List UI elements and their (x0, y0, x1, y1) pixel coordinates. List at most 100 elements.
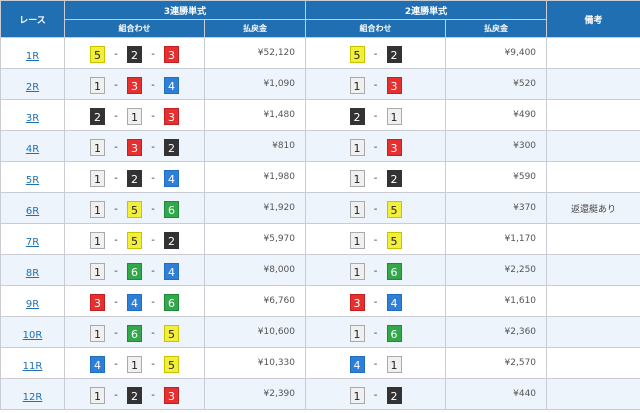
boat-number-badge: 1 (90, 386, 105, 404)
combination-separator: - (151, 389, 155, 401)
note-cell (546, 316, 640, 348)
exacta-payout: ¥590 (445, 161, 548, 193)
boat-number-badge: 4 (386, 293, 402, 311)
exacta-payout: ¥2,250 (445, 254, 548, 286)
boat-number-badge: 6 (386, 324, 402, 342)
boat-number-badge: 3 (127, 138, 142, 156)
table-row: 8R 1-6-4 ¥8,000 1-6 ¥2,250 (0, 254, 640, 286)
boat-number-badge: 2 (349, 107, 365, 125)
exacta-combination: 1-3 (305, 68, 447, 100)
trifecta-combination: 1-6-4 (64, 254, 205, 286)
note-cell (546, 285, 640, 317)
boat-number-badge: 1 (90, 262, 105, 280)
header-exacta-combination: 組合わせ (305, 19, 447, 38)
boat-number-badge: 1 (349, 386, 365, 404)
results-table: レース 3連勝単式 2連勝単式 備考 組合わせ 払戻金 組合わせ 払戻金 1R 5… (0, 0, 640, 410)
combination-separator: - (114, 110, 118, 122)
table-row: 10R 1-6-5 ¥10,600 1-6 ¥2,360 (0, 316, 640, 348)
trifecta-combination: 1-3-4 (64, 68, 205, 100)
trifecta-payout: ¥2,390 (203, 378, 307, 410)
combination-separator: - (114, 234, 118, 246)
race-link[interactable]: 2R (26, 82, 39, 93)
exacta-combination: 3-4 (305, 285, 447, 317)
trifecta-combination: 1-6-5 (64, 316, 205, 348)
race-link[interactable]: 8R (26, 268, 39, 279)
boat-number-badge: 6 (127, 324, 142, 342)
note-cell (546, 68, 640, 100)
race-cell: 3R (0, 99, 65, 131)
trifecta-payout: ¥810 (203, 130, 307, 162)
table-row: 6R 1-5-6 ¥1,920 1-5 ¥370 返還艇あり (0, 192, 640, 224)
combination-separator: - (151, 141, 155, 153)
race-link[interactable]: 5R (26, 175, 39, 186)
exacta-payout: ¥9,400 (445, 37, 548, 69)
trifecta-payout: ¥10,330 (203, 347, 307, 379)
boat-number-badge: 5 (127, 200, 142, 218)
combination-separator: - (151, 172, 155, 184)
race-link[interactable]: 7R (26, 237, 39, 248)
boat-number-badge: 3 (386, 76, 402, 94)
combination-separator: - (114, 172, 118, 184)
race-link[interactable]: 4R (26, 144, 39, 155)
race-link[interactable]: 11R (23, 361, 43, 372)
exacta-payout: ¥1,610 (445, 285, 548, 317)
boat-number-badge: 6 (127, 262, 142, 280)
combination-separator: - (151, 110, 155, 122)
combination-separator: - (151, 48, 155, 60)
trifecta-combination: 1-5-6 (64, 192, 205, 224)
race-cell: 6R (0, 192, 65, 224)
combination-separator: - (114, 265, 118, 277)
header-exacta-payout: 払戻金 (445, 19, 548, 38)
exacta-combination: 1-6 (305, 316, 447, 348)
boat-number-badge: 2 (127, 169, 142, 187)
boat-number-badge: 1 (349, 324, 365, 342)
header-trifecta-combination: 組合わせ (64, 19, 205, 38)
combination-separator: - (114, 389, 118, 401)
exacta-payout: ¥1,170 (445, 223, 548, 255)
race-cell: 10R (0, 316, 65, 348)
boat-number-badge: 4 (127, 293, 142, 311)
combination-separator: - (114, 358, 118, 370)
trifecta-payout: ¥52,120 (203, 37, 307, 69)
trifecta-combination: 4-1-5 (64, 347, 205, 379)
results-body: 1R 5-2-3 ¥52,120 5-2 ¥9,400 2R 1-3-4 ¥1,090 1-3 ¥… (0, 37, 640, 410)
boat-number-badge: 2 (127, 386, 142, 404)
race-cell: 7R (0, 223, 65, 255)
race-link[interactable]: 3R (26, 113, 39, 124)
boat-number-badge: 4 (90, 355, 105, 373)
boat-number-badge: 1 (386, 107, 402, 125)
race-cell: 2R (0, 68, 65, 100)
exacta-combination: 1-5 (305, 223, 447, 255)
race-link[interactable]: 1R (26, 51, 39, 62)
boat-number-badge: 1 (349, 200, 365, 218)
header-trifecta-payout: 払戻金 (203, 19, 307, 38)
combination-separator: - (151, 265, 155, 277)
trifecta-combination: 1-3-2 (64, 130, 205, 162)
race-link[interactable]: 6R (26, 206, 39, 217)
exacta-combination: 5-2 (305, 37, 447, 69)
boat-number-badge: 3 (164, 45, 179, 63)
combination-separator: - (151, 327, 155, 339)
table-row: 1R 5-2-3 ¥52,120 5-2 ¥9,400 (0, 37, 640, 69)
boat-number-badge: 2 (127, 45, 142, 63)
combination-separator: - (373, 296, 378, 308)
combination-separator: - (373, 172, 378, 184)
boat-number-badge: 1 (349, 76, 365, 94)
race-cell: 1R (0, 37, 65, 69)
race-link[interactable]: 9R (26, 299, 39, 310)
exacta-payout: ¥300 (445, 130, 548, 162)
race-link[interactable]: 10R (23, 330, 43, 341)
boat-number-badge: 5 (127, 231, 142, 249)
boat-number-badge: 5 (386, 231, 402, 249)
combination-separator: - (373, 203, 378, 215)
race-cell: 8R (0, 254, 65, 286)
boat-number-badge: 1 (127, 355, 142, 373)
boat-number-badge: 3 (349, 293, 365, 311)
table-row: 5R 1-2-4 ¥1,980 1-2 ¥590 (0, 161, 640, 193)
race-link[interactable]: 12R (23, 392, 43, 403)
combination-separator: - (373, 48, 378, 60)
race-cell: 5R (0, 161, 65, 193)
combination-separator: - (373, 79, 378, 91)
exacta-combination: 1-3 (305, 130, 447, 162)
header-trifecta: 3連勝単式 (63, 0, 307, 20)
